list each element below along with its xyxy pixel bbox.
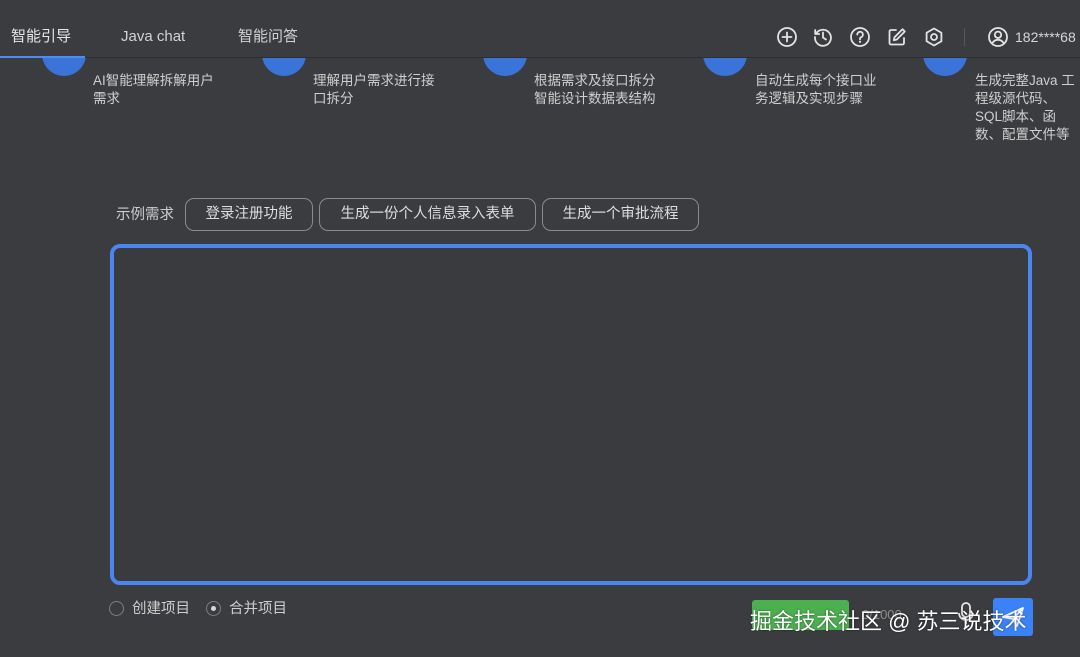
watermark: 掘金技术社区 @ 苏三说技术	[750, 609, 1027, 634]
user-account-label[interactable]: 182****68	[1015, 26, 1076, 48]
requirement-editor	[110, 244, 1032, 585]
plus-circle-icon[interactable]	[776, 26, 798, 48]
step-1-marker	[42, 58, 86, 76]
step-2-text: 理解用户需求进行接口拆分	[313, 73, 435, 106]
top-bar: 智能引导 Java chat 智能问答 182****68	[0, 0, 1080, 58]
step-2-marker	[262, 58, 306, 76]
step-4-text: 自动生成每个接口业务逻辑及实现步骤	[755, 73, 877, 106]
edit-icon[interactable]	[886, 26, 908, 48]
step-3-marker	[483, 58, 527, 76]
step-5-marker	[923, 58, 967, 76]
user-icon[interactable]	[987, 26, 1009, 48]
process-steps: AI智能理解拆解用户需求 理解用户需求进行接口拆分 根据需求及接口拆分智能设计数…	[0, 58, 1080, 158]
radio-merge-project-circle[interactable]	[206, 601, 221, 616]
requirement-input[interactable]	[114, 248, 1028, 581]
example-chip-profile-form[interactable]: 生成一份个人信息录入表单	[319, 198, 536, 231]
help-icon[interactable]	[849, 26, 871, 48]
example-chip-approval-flow[interactable]: 生成一个审批流程	[542, 198, 699, 231]
step-3-text: 根据需求及接口拆分智能设计数据表结构	[534, 73, 656, 106]
tab-java-chat[interactable]: Java chat	[121, 0, 185, 58]
toolbar-divider	[964, 28, 965, 46]
radio-create-project-label: 创建项目	[132, 601, 190, 617]
history-icon[interactable]	[812, 26, 834, 48]
radio-create-project-circle[interactable]	[109, 601, 124, 616]
tab-smart-qa[interactable]: 智能问答	[238, 0, 298, 58]
example-requirements-label: 示例需求	[116, 207, 174, 223]
tab-smart-guide[interactable]: 智能引导	[11, 0, 71, 58]
step-1-text: AI智能理解拆解用户需求	[93, 73, 214, 106]
radio-merge-project[interactable]: 合并项目	[206, 600, 296, 620]
step-5-text: 生成完整Java 工程级源代码、SQL脚本、函数、配置文件等	[975, 73, 1075, 142]
radio-merge-project-label: 合并项目	[229, 601, 287, 617]
step-4-marker	[703, 58, 747, 76]
radio-create-project[interactable]: 创建项目	[109, 600, 199, 620]
example-chip-login-register[interactable]: 登录注册功能	[185, 198, 313, 231]
settings-icon[interactable]	[923, 26, 945, 48]
